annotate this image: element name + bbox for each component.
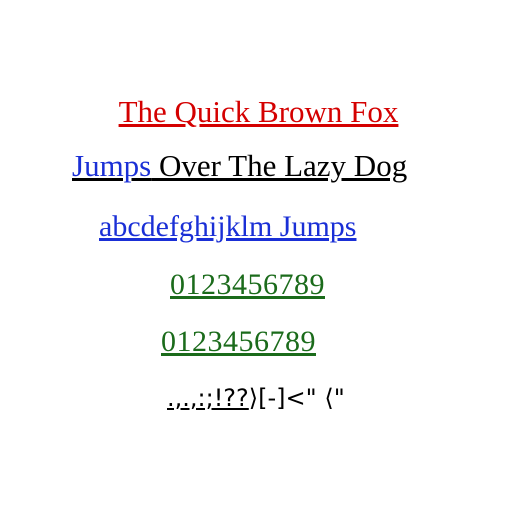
line-jumps-over-the-lazy-dog: Jumps Over The Lazy Dog [72, 150, 407, 181]
digits-link-1[interactable]: 0123456789 [170, 270, 325, 300]
brackets-text: ⟩[-]<" ⟨" [248, 384, 345, 412]
punctuation-link[interactable]: .,.,:;!?? [167, 384, 249, 412]
punctuation-line: .,.,:;!??⟩[-]<" ⟨" [167, 386, 345, 410]
digits-link-2[interactable]: 0123456789 [161, 327, 316, 357]
alphabet-jumps-link[interactable]: abcdefghijklm Jumps [99, 212, 356, 242]
heading-the-quick-brown-fox[interactable]: The Quick Brown Fox [0, 96, 512, 127]
over-the-lazy-dog-text: Over The Lazy Dog [151, 148, 408, 183]
jumps-link[interactable]: Jumps [72, 148, 151, 183]
